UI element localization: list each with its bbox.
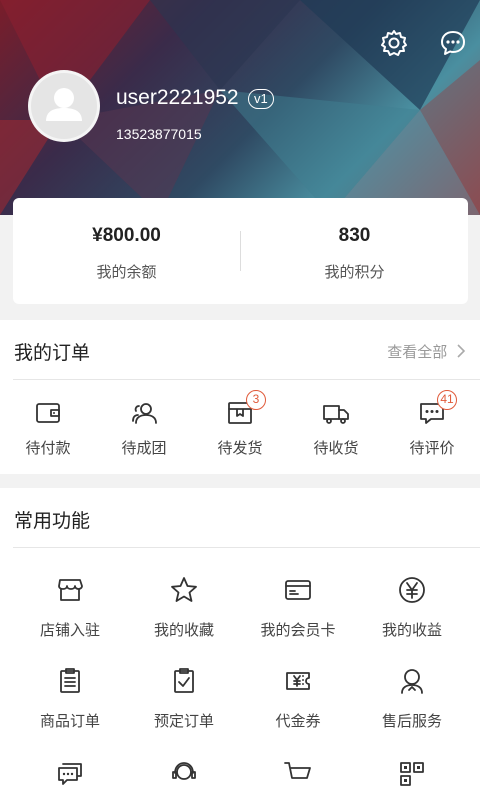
fn-label: 我的会员卡 bbox=[260, 621, 336, 639]
group-icon bbox=[129, 398, 159, 428]
store-icon bbox=[55, 575, 85, 605]
fn-label: 售后服务 bbox=[381, 712, 442, 730]
fn-after-sales[interactable]: 售后服务 bbox=[352, 666, 472, 746]
balance-label: 我的余额 bbox=[96, 263, 157, 281]
phone-number: 13523877015 bbox=[116, 126, 202, 142]
view-all-label: 查看全部 bbox=[387, 343, 448, 361]
order-item-label: 待评价 bbox=[409, 439, 455, 457]
qrcode-icon bbox=[397, 759, 427, 789]
star-icon bbox=[169, 575, 199, 605]
shipment-count-badge: 3 bbox=[246, 390, 266, 410]
balance-stat[interactable]: ¥800.00 我的余额 bbox=[13, 198, 240, 304]
support-person-icon bbox=[397, 666, 427, 696]
order-item-label: 待收货 bbox=[313, 439, 359, 457]
functions-divider bbox=[13, 547, 480, 548]
coupon-icon bbox=[283, 666, 313, 696]
orders-title: 我的订单 bbox=[14, 342, 91, 364]
fn-label: 代金券 bbox=[275, 712, 321, 730]
fn-label: 我的收藏 bbox=[153, 621, 214, 639]
orders-divider bbox=[13, 379, 480, 380]
orders-section: 我的订单 查看全部 待付款 待成团 3 待发货 待收货 41 待评价 bbox=[0, 320, 480, 474]
fn-label: 我的收益 bbox=[381, 621, 442, 639]
profile-header: user2221952 v1 13523877015 bbox=[0, 0, 480, 215]
clipboard-check-icon bbox=[169, 666, 199, 696]
message-icon[interactable] bbox=[438, 28, 468, 58]
clipboard-icon bbox=[55, 666, 85, 696]
review-count-badge: 41 bbox=[437, 390, 457, 410]
fn-store-entry[interactable]: 店铺入驻 bbox=[10, 575, 130, 655]
view-all-orders-link[interactable]: 查看全部 bbox=[387, 341, 466, 362]
avatar[interactable] bbox=[28, 70, 100, 142]
fn-customer-service[interactable] bbox=[124, 759, 244, 800]
fn-reservation-orders[interactable]: 预定订单 bbox=[124, 666, 244, 746]
fn-label: 商品订单 bbox=[39, 712, 100, 730]
order-pending-shipment[interactable]: 3 待发货 bbox=[192, 390, 288, 466]
order-pending-group[interactable]: 待成团 bbox=[96, 396, 192, 466]
fn-favorites[interactable]: 我的收藏 bbox=[124, 575, 244, 655]
stats-card: ¥800.00 我的余额 830 我的积分 bbox=[13, 198, 468, 304]
order-item-label: 待发货 bbox=[217, 439, 263, 457]
wallet-icon bbox=[33, 398, 63, 428]
cart-icon bbox=[283, 759, 313, 789]
fn-shopping-cart[interactable] bbox=[238, 759, 358, 800]
truck-icon bbox=[321, 398, 351, 428]
fn-coupons[interactable]: 代金券 bbox=[238, 666, 358, 746]
fn-qrcode[interactable] bbox=[352, 759, 472, 800]
fn-earnings[interactable]: 我的收益 bbox=[352, 575, 472, 655]
level-badge: v1 bbox=[248, 89, 274, 109]
username: user2221952 bbox=[116, 86, 239, 109]
balance-value: ¥800.00 bbox=[92, 225, 161, 246]
chat-bubbles-icon bbox=[55, 759, 85, 789]
functions-section: 常用功能 店铺入驻 我的收藏 我的会员卡 我的收益 商品订单 预定订单 代金券 … bbox=[0, 488, 480, 800]
order-pending-review[interactable]: 41 待评价 bbox=[384, 390, 480, 466]
yen-icon bbox=[397, 575, 427, 605]
fn-member-card[interactable]: 我的会员卡 bbox=[238, 575, 358, 655]
card-icon bbox=[283, 575, 313, 605]
chevron-right-icon bbox=[457, 344, 466, 358]
fn-product-orders[interactable]: 商品订单 bbox=[10, 666, 130, 746]
order-item-label: 待成团 bbox=[121, 439, 167, 457]
settings-gear-icon[interactable] bbox=[379, 28, 409, 58]
box-icon: 3 bbox=[225, 390, 266, 428]
order-item-label: 待付款 bbox=[25, 439, 71, 457]
default-user-icon bbox=[46, 88, 82, 121]
order-pending-receipt[interactable]: 待收货 bbox=[288, 396, 384, 466]
points-value: 830 bbox=[338, 225, 371, 246]
fn-messages[interactable] bbox=[10, 759, 130, 800]
fn-label: 预定订单 bbox=[153, 712, 214, 730]
points-label: 我的积分 bbox=[324, 263, 385, 281]
functions-title: 常用功能 bbox=[14, 510, 91, 532]
comment-icon: 41 bbox=[417, 390, 457, 428]
points-stat[interactable]: 830 我的积分 bbox=[241, 198, 468, 304]
order-pending-payment[interactable]: 待付款 bbox=[0, 396, 96, 466]
fn-label: 店铺入驻 bbox=[39, 621, 100, 639]
headset-icon bbox=[169, 759, 199, 789]
